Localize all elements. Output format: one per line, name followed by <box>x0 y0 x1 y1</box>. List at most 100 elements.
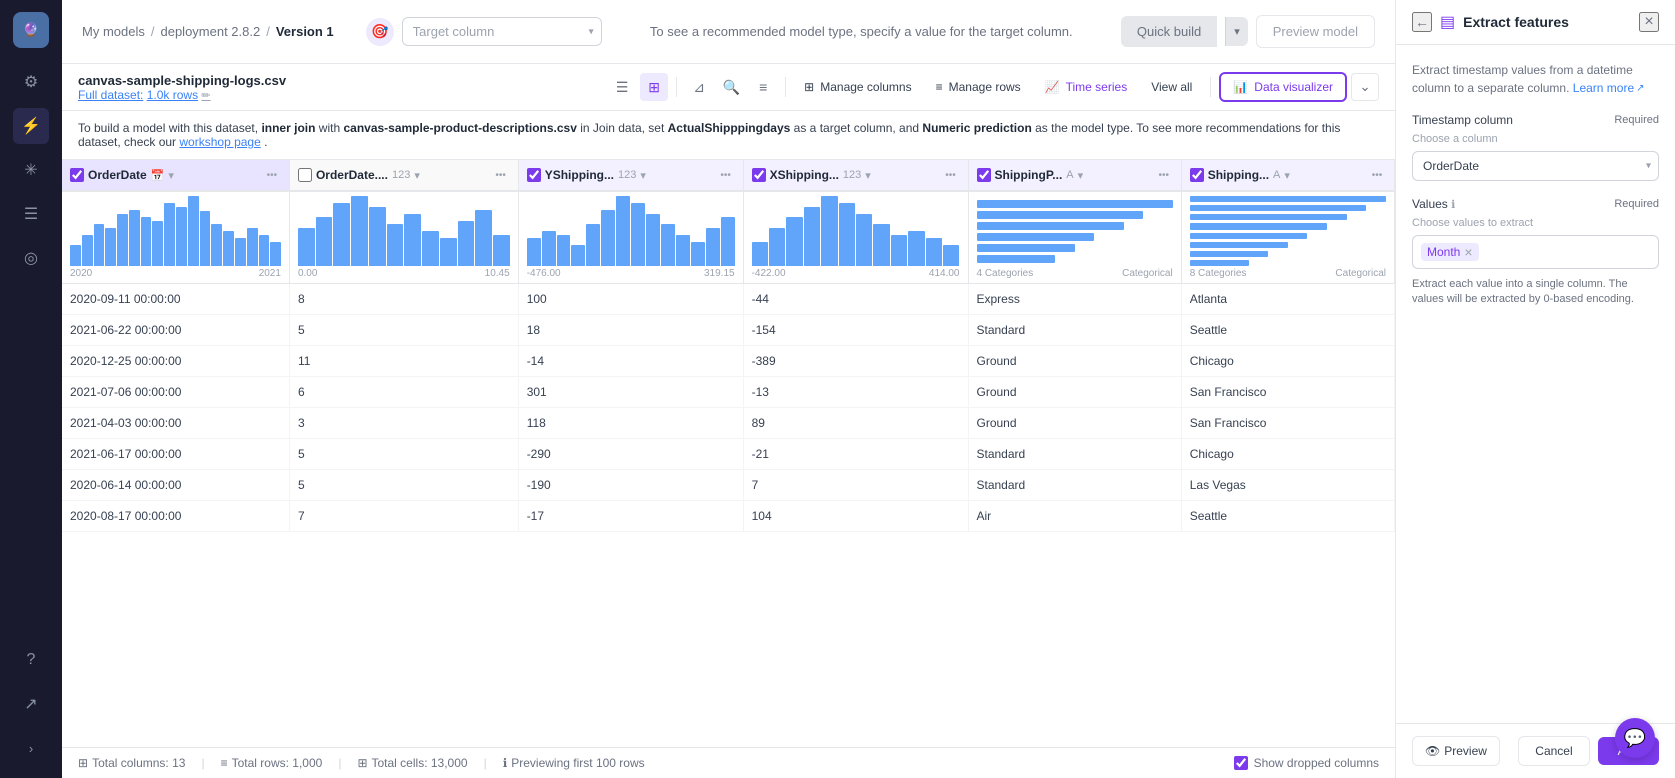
data-visualizer-button[interactable]: 📊 Data visualizer <box>1219 72 1347 102</box>
col-checkbox-Shipping2[interactable] <box>1190 168 1204 182</box>
sidebar-item-lightning[interactable]: ⚡ <box>13 108 49 144</box>
total-columns-item: ⊞ Total columns: 13 <box>78 756 185 770</box>
manage-columns-button[interactable]: ⊞ Manage columns <box>794 75 921 99</box>
bar <box>105 228 116 267</box>
topbar-actions: Quick build ▾ Preview model <box>1121 15 1375 48</box>
col-more-XShipping[interactable]: ••• <box>942 166 960 184</box>
panel-cancel-button[interactable]: Cancel <box>1518 736 1589 766</box>
target-column-select[interactable]: Target column <box>402 17 602 46</box>
sidebar-item-settings[interactable]: ⚙ <box>13 64 49 100</box>
dataset-rows-link[interactable]: 1.0k rows <box>147 88 198 102</box>
values-label-row: Values ℹ Required <box>1412 197 1659 211</box>
manage-rows-button[interactable]: ≡ Manage rows <box>926 75 1031 99</box>
info-banner: To build a model with this dataset, inne… <box>62 111 1395 160</box>
data-table: OrderDate 📅 ▾ ••• OrderDate.... 12 <box>62 160 1395 532</box>
bar <box>82 235 93 267</box>
bar <box>129 210 140 266</box>
info-text-end: . <box>264 135 267 149</box>
list-view-button[interactable]: ☰ <box>608 73 636 101</box>
chart-cell-XShipping: -422.00 414.00 <box>743 191 968 284</box>
col-more-YShipping[interactable]: ••• <box>717 166 735 184</box>
panel-back-button[interactable]: ← <box>1412 12 1432 32</box>
chart-footer-ShippingP: 4 Categories Categorical <box>977 268 1173 279</box>
learn-more-link[interactable]: Learn more ↗ <box>1573 79 1645 97</box>
bar <box>70 245 81 266</box>
toolbar-separator-3 <box>1210 77 1211 97</box>
chat-button[interactable]: 💬 <box>1615 718 1655 758</box>
edit-dataset-icon[interactable]: ✏ <box>201 90 210 102</box>
show-dropped-label: Show dropped columns <box>1254 756 1379 770</box>
timestamp-select-wrapper: OrderDate ▾ <box>1412 151 1659 181</box>
cell-0-1: 8 <box>289 284 518 315</box>
breadcrumb-part1[interactable]: My models <box>82 24 145 39</box>
bar <box>821 196 837 266</box>
timestamp-required-label: Required <box>1614 114 1659 126</box>
horiz-bar <box>977 200 1173 208</box>
breadcrumb-part2[interactable]: deployment 2.8.2 <box>160 24 260 39</box>
values-required-label: Required <box>1614 198 1659 210</box>
cell-3-1: 6 <box>289 377 518 408</box>
col-checkbox-ShippingP[interactable] <box>977 168 991 182</box>
rows-view-button[interactable]: ≡ <box>749 73 777 101</box>
col-more-ShippingP[interactable]: ••• <box>1155 166 1173 184</box>
filter-button[interactable]: ⊿ <box>685 73 713 101</box>
panel-title: Extract features <box>1463 14 1631 30</box>
col-more-OrderDate2[interactable]: ••• <box>492 166 510 184</box>
quick-build-dropdown-button[interactable]: ▾ <box>1225 17 1248 46</box>
panel-close-button[interactable]: × <box>1639 12 1659 32</box>
panel-preview-button[interactable]: 👁 Preview <box>1412 736 1500 766</box>
col-name-ShippingP: ShippingP... <box>995 168 1063 182</box>
col-checkbox-XShipping[interactable] <box>752 168 766 182</box>
horiz-bar <box>1190 233 1308 239</box>
view-all-button[interactable]: View all <box>1141 75 1202 99</box>
show-dropped-checkbox[interactable] <box>1234 756 1248 770</box>
sidebar-item-circle[interactable]: ◎ <box>13 240 49 276</box>
bar <box>631 203 645 266</box>
search-button[interactable]: 🔍 <box>717 73 745 101</box>
preview-model-button[interactable]: Preview model <box>1256 15 1375 48</box>
sidebar-item-help[interactable]: ? <box>13 642 49 678</box>
table-body: 2020-09-11 00:00:00 8 100 -44 Express At… <box>62 284 1395 532</box>
sidebar-item-asterisk[interactable]: ✳ <box>13 152 49 188</box>
col-checkbox-YShipping[interactable] <box>527 168 541 182</box>
col-more-OrderDate[interactable]: ••• <box>263 166 281 184</box>
sidebar-item-list[interactable]: ☰ <box>13 196 49 232</box>
main-content: My models / deployment 2.8.2 / Version 1… <box>62 0 1395 778</box>
dataset-toolbar: ☰ ⊞ ⊿ 🔍 ≡ ⊞ Manage columns ≡ Manage rows… <box>608 72 1379 102</box>
col-type-OrderDate2: 123 <box>392 169 410 181</box>
col-more-Shipping2[interactable]: ••• <box>1368 166 1386 184</box>
grid-view-button[interactable]: ⊞ <box>640 73 668 101</box>
total-cells-item: ⊞ Total cells: 13,000 <box>357 756 467 770</box>
expand-columns-button[interactable]: ⌄ <box>1351 73 1379 101</box>
panel-feature-icon: ▤ <box>1440 12 1455 32</box>
horiz-bar <box>1190 223 1327 229</box>
col-checkbox-OrderDate2[interactable] <box>298 168 312 182</box>
bar <box>804 207 820 267</box>
col-header-Shipping2: Shipping... A ▾ ••• <box>1181 160 1394 191</box>
sidebar-item-export[interactable]: ↗ <box>13 686 49 722</box>
col-type-arr-OrderDate2: ▾ <box>414 169 420 182</box>
logo-icon: 🔮 <box>23 22 39 38</box>
month-tag-remove[interactable]: × <box>1464 245 1472 259</box>
col-checkbox-OrderDate[interactable] <box>70 168 84 182</box>
horiz-bar <box>977 211 1144 219</box>
col-name-Shipping2: Shipping... <box>1208 168 1269 182</box>
status-sep-2: | <box>338 756 341 770</box>
status-sep-1: | <box>201 756 204 770</box>
sidebar: 🔮 ⚙ ⚡ ✳ ☰ ◎ ? ↗ › <box>0 0 62 778</box>
quick-build-button[interactable]: Quick build <box>1121 16 1217 47</box>
timestamp-column-select[interactable]: OrderDate <box>1412 151 1659 181</box>
dataset-header: canvas-sample-shipping-logs.csv Full dat… <box>62 64 1395 111</box>
workshop-link[interactable]: workshop page <box>179 135 260 149</box>
time-series-button[interactable]: 📈 Time series <box>1035 75 1138 99</box>
bar <box>94 224 105 266</box>
chart-max-XShipping: 414.00 <box>929 268 960 279</box>
horiz-bar <box>977 244 1075 252</box>
cell-3-0: 2021-07-06 00:00:00 <box>62 377 289 408</box>
sidebar-logo: 🔮 <box>13 12 49 48</box>
total-columns-icon: ⊞ <box>78 756 88 770</box>
cell-3-2: 301 <box>518 377 743 408</box>
cell-7-5: Seattle <box>1181 501 1394 532</box>
info-text-mid3: as a target column, and <box>794 121 923 135</box>
sidebar-expand-button[interactable]: › <box>13 730 49 766</box>
